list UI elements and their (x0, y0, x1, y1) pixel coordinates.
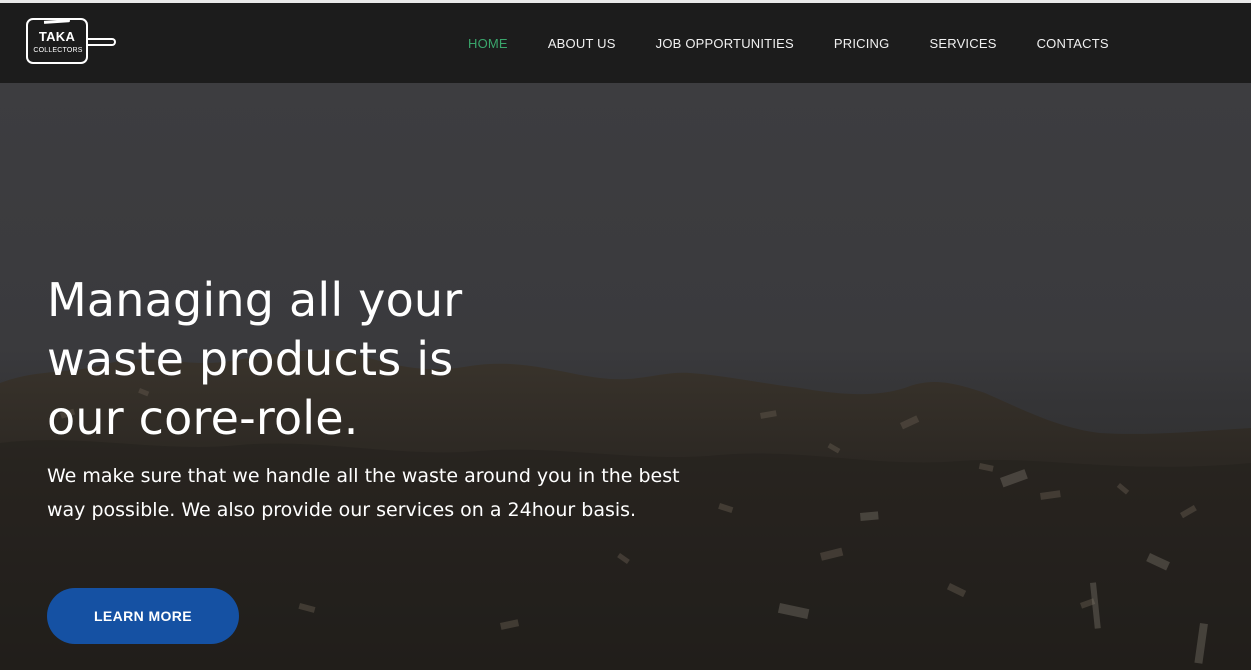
nav-home[interactable]: HOME (468, 36, 508, 51)
hero-headline: Managing all your waste products is our … (47, 273, 463, 445)
learn-more-button[interactable]: LEARN MORE (47, 588, 239, 644)
logo[interactable]: TAKA COLLECTORS (24, 16, 120, 70)
nav-contacts[interactable]: CONTACTS (1037, 36, 1109, 51)
nav-job-opportunities[interactable]: JOB OPPORTUNITIES (656, 36, 794, 51)
nav-about-us[interactable]: ABOUT US (548, 36, 616, 51)
logo-handle-icon (86, 38, 116, 46)
main-nav: HOME ABOUT US JOB OPPORTUNITIES PRICING … (468, 3, 1109, 83)
hero-content: Managing all your waste products is our … (47, 271, 707, 527)
hero-subtext: We make sure that we handle all the wast… (47, 465, 680, 521)
page: TAKA COLLECTORS HOME ABOUT US JOB OPPORT… (0, 0, 1251, 670)
logo-subtitle: COLLECTORS (33, 47, 83, 54)
nav-services[interactable]: SERVICES (929, 36, 996, 51)
logo-title: TAKA (38, 29, 76, 44)
hero-section: Managing all your waste products is our … (0, 83, 1251, 670)
nav-pricing[interactable]: PRICING (834, 36, 890, 51)
